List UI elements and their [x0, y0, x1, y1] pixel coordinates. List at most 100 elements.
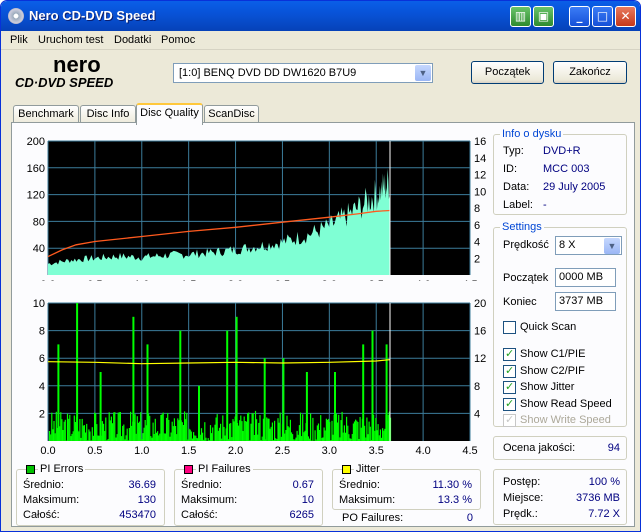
pi-failure-bar [92, 435, 94, 441]
pi-failures-max-label: Maksimum: [181, 494, 238, 506]
pi-failure-bar [118, 412, 120, 441]
pi-failure-bar [117, 412, 119, 441]
pi-failure-bar [115, 437, 117, 441]
x-tick-label: 0.5 [87, 279, 102, 281]
menu-uruchom-test[interactable]: Uruchom test [38, 34, 103, 46]
pi-failure-bar [223, 426, 225, 441]
pi-failure-bar [162, 412, 164, 441]
y-left-tick-label: 10 [33, 298, 45, 310]
pi-failure-bar [171, 421, 173, 441]
pi-failure-bar [91, 427, 93, 441]
toolbar-save-green-icon[interactable]: ▥ [510, 6, 531, 27]
disc-date-value: 29 July 2005 [543, 181, 606, 193]
pi-failure-bar [319, 430, 321, 441]
close-button[interactable]: ✕ [615, 6, 636, 27]
pi-failure-bar [48, 431, 51, 441]
start-button[interactable]: Początek [471, 61, 544, 84]
pi-failure-bar [106, 440, 108, 441]
pi-failure-bar [79, 419, 81, 441]
title-bar[interactable]: Nero CD-DVD Speed ▥ ▣ _ □ ✕ [1, 1, 640, 31]
exit-button[interactable]: Zakończ [553, 61, 627, 84]
pi-failure-bar [214, 424, 216, 441]
show-jitter-checkbox[interactable] [503, 380, 516, 394]
app-window: Nero CD-DVD Speed ▥ ▣ _ □ ✕ Plik Uruchom… [0, 0, 641, 532]
start-label: Początek [503, 272, 549, 284]
speed-select[interactable]: 8 X ▼ [555, 236, 622, 255]
pi-failure-bar [73, 415, 75, 441]
pi-failure-bar [359, 417, 361, 441]
pi-failure-bar [352, 423, 354, 441]
pi-failure-bar [278, 422, 280, 441]
pi-failure-bar [181, 422, 183, 441]
maximize-button[interactable]: □ [592, 6, 613, 27]
chevron-down-icon[interactable]: ▼ [604, 238, 620, 254]
show-c1-pie-label: Show C1/PIE [520, 348, 586, 360]
pi-failure-bar [61, 419, 63, 441]
show-write-speed-label: Show Write Speed [520, 414, 611, 426]
pi-failure-bar [150, 436, 152, 441]
x-tick-label: 0.0 [40, 279, 55, 281]
y-right-tick-label: 8 [474, 203, 480, 215]
pi-failure-bar [382, 428, 384, 441]
pi-failure-bar [119, 412, 121, 441]
pi-failure-bar [366, 417, 368, 441]
menu-plik[interactable]: Plik [10, 34, 28, 46]
pi-failure-bar [153, 434, 155, 441]
toolbar-floppy-icon[interactable]: ▣ [533, 6, 554, 27]
pi-failure-bar [161, 414, 163, 441]
pi-failure-bar [249, 440, 251, 441]
end-input[interactable]: 3737 MB [555, 292, 616, 311]
pi-failure-bar [260, 440, 262, 441]
pi-failure-bar [220, 423, 222, 441]
pi-failure-peak-bar [282, 358, 285, 441]
start-input[interactable]: 0000 MB [555, 268, 616, 287]
minimize-button[interactable]: _ [569, 6, 590, 27]
show-write-speed-checkbox [503, 413, 516, 427]
pi-failure-bar [328, 418, 330, 441]
y-right-tick-label: 20 [474, 298, 486, 310]
pi-failure-bar [378, 435, 380, 441]
pi-failure-bar [357, 422, 359, 441]
menu-pomoc[interactable]: Pomoc [161, 34, 195, 46]
pi-failure-bar [289, 419, 291, 441]
pi-failure-bar [144, 420, 146, 441]
show-read-speed-checkbox[interactable] [503, 397, 516, 411]
window-title: Nero CD-DVD Speed [29, 8, 156, 23]
pi-failure-bar [202, 432, 204, 441]
pi-failure-bar [78, 431, 80, 441]
progress-value: 100 % [588, 476, 620, 488]
pi-failure-bar [112, 423, 114, 441]
pi-failure-bar [110, 416, 112, 441]
jitter-avg-value: 11.30 % [432, 479, 472, 491]
pi-failure-bar [353, 421, 356, 441]
pi-failure-bar [240, 415, 242, 441]
tab-disc-quality[interactable]: Disc Quality [136, 103, 203, 125]
pi-failure-peak-bar [99, 372, 102, 441]
pi-failure-bar [185, 419, 187, 441]
pi-failure-bar [130, 411, 132, 441]
pi-failure-bar [95, 413, 97, 441]
drive-select[interactable]: [1:0] BENQ DVD DD DW1620 B7U9 ▼ [173, 63, 433, 83]
pi-failure-bar [293, 439, 295, 441]
pi-failure-bar [89, 431, 91, 441]
pi-failure-bar [299, 412, 302, 441]
menu-dodatki[interactable]: Dodatki [114, 34, 151, 46]
pi-failure-bar [247, 413, 249, 441]
pi-failure-peak-bar [198, 385, 200, 441]
pi-failure-bar [216, 414, 218, 441]
pi-failure-peak-bar [235, 316, 238, 441]
pi-failure-bar [343, 425, 345, 441]
pi-failure-bar [86, 423, 88, 441]
chevron-down-icon[interactable]: ▼ [415, 65, 431, 81]
quick-scan-checkbox[interactable] [503, 321, 516, 334]
x-tick-label: 1.5 [181, 445, 196, 457]
pi-failure-bar [315, 439, 317, 441]
pi-errors-swatch [26, 465, 35, 474]
pi-failure-bar [168, 419, 170, 441]
app-disc-icon [8, 8, 24, 24]
pi-failure-bar [350, 438, 352, 441]
show-c2-pif-checkbox[interactable] [503, 364, 516, 378]
show-c1-pie-checkbox[interactable] [503, 347, 516, 361]
pi-failure-bar [149, 415, 151, 441]
pi-failure-bar [335, 413, 338, 441]
